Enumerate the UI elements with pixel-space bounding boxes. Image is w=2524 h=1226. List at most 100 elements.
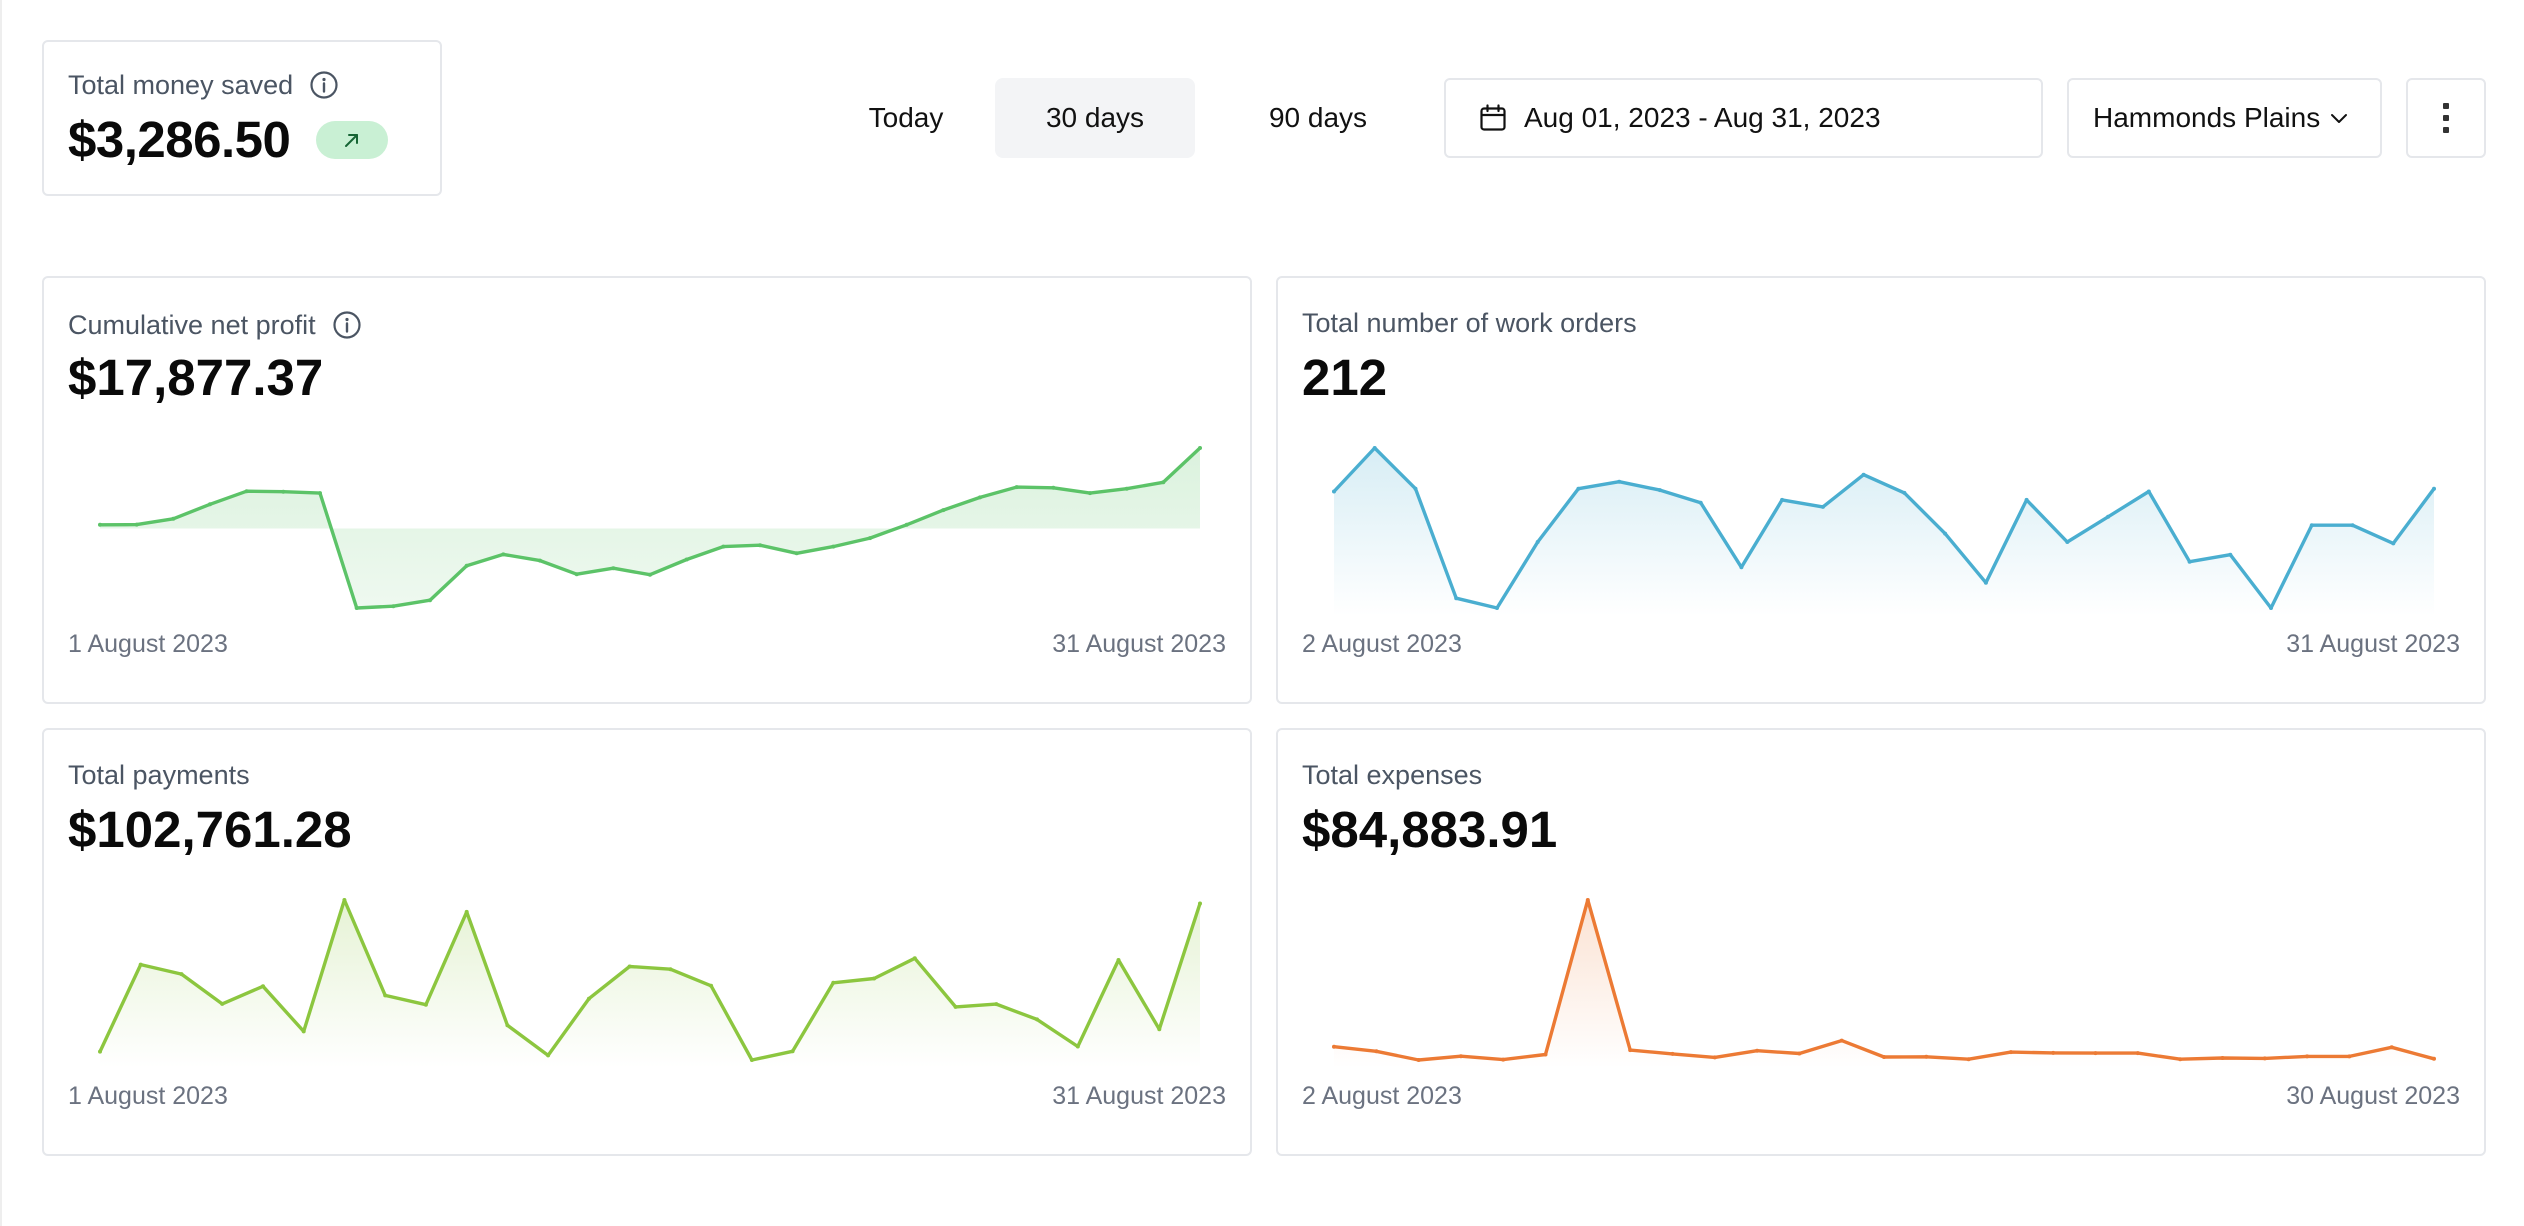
chart-end-date: 31 August 2023 [1052, 630, 1226, 658]
chart-data-point [1628, 1048, 1633, 1053]
chart-data-point [1670, 1051, 1675, 1056]
chart-data-point [383, 993, 388, 998]
chart-data-point [794, 551, 799, 556]
chart-data-point [2228, 552, 2233, 557]
chart-data-point [2350, 523, 2355, 528]
chart-data-point [98, 522, 102, 527]
chart-data-point [2178, 1057, 2183, 1062]
date-range-picker[interactable]: Aug 01, 2023 - Aug 31, 2023 [1444, 78, 2043, 158]
chart-data-point [1075, 1044, 1080, 1049]
chart-data-point [2220, 1056, 2225, 1060]
chart-data-point [904, 522, 909, 527]
expenses-card: Total expenses $84,883.91 2 August 2023 … [1276, 728, 2486, 1156]
payments-card: Total payments $102,761.28 1 August 2023… [42, 728, 1252, 1156]
chart-data-point [2269, 606, 2273, 610]
chart-data-point [546, 1053, 551, 1058]
chart-data-point [1495, 606, 1499, 610]
more-options-button[interactable] [2406, 78, 2486, 158]
chart-data-point [1035, 1017, 1039, 1022]
chart-data-point [953, 1004, 958, 1009]
money-saved-card: Total money saved $3,286.50 [42, 40, 442, 196]
chart-data-point [2065, 540, 2070, 544]
chart-data-point [2051, 1050, 2056, 1055]
chart-data-point [134, 522, 139, 527]
period-30-days-button[interactable]: 30 days [995, 78, 1195, 158]
location-select[interactable]: Hammonds Plains [2067, 78, 2382, 158]
chart-data-point [648, 572, 652, 577]
chevron-down-icon [2331, 114, 2348, 123]
chart-data-point [1051, 485, 1056, 490]
chart-area-fill [1334, 448, 2434, 616]
chart-data-point [1332, 1044, 1336, 1049]
chart-data-point [220, 1001, 225, 1006]
chart-data-point [684, 557, 689, 562]
chart-data-point [1698, 500, 1703, 505]
chart-data-point [586, 996, 591, 1001]
chart-data-point [1161, 480, 1166, 485]
chart-end-date: 31 August 2023 [1052, 1082, 1226, 1110]
chart-data-point [505, 1023, 510, 1028]
chart-data-point [1739, 565, 1744, 570]
money-saved-value-row: $3,286.50 [68, 111, 389, 168]
chart-data-point [868, 536, 872, 541]
chart-data-point [2024, 497, 2029, 502]
chart-data-point [428, 598, 432, 603]
chart-data-point [98, 1049, 102, 1054]
chart-data-point [1983, 580, 1988, 585]
chart-data-point [758, 543, 762, 548]
money-saved-title: Total money saved [68, 69, 294, 100]
calendar-icon [1480, 104, 1506, 131]
chart-data-point [1454, 596, 1459, 601]
chart-data-point [749, 1058, 754, 1062]
chart-data-point [2305, 1054, 2310, 1059]
money-saved-value: $3,286.50 [68, 111, 291, 168]
chart-data-point [668, 967, 673, 972]
chart-data-point [1966, 1057, 1971, 1062]
left-border [0, 0, 2, 1226]
chart-data-point [721, 544, 726, 549]
chart-data-point [301, 1029, 306, 1034]
chart-data-point [501, 552, 506, 557]
chart-data-point [1413, 486, 1418, 491]
chart-data-point [1755, 1048, 1760, 1053]
chart-data-point [1543, 1052, 1548, 1057]
chart-data-point [790, 1049, 795, 1054]
trend-up-badge [316, 120, 389, 159]
chart-start-date: 2 August 2023 [1302, 1082, 1462, 1110]
period-90-days-button[interactable]: 90 days [1230, 78, 1406, 158]
chart-start-date: 2 August 2023 [1302, 630, 1462, 658]
chart-data-point [2432, 486, 2436, 491]
chart-data-point [1576, 486, 1581, 491]
chart-data-point [574, 572, 579, 577]
chart-end-date: 30 August 2023 [2286, 1082, 2460, 1110]
chart-data-point [208, 502, 212, 507]
chart-start-date: 1 August 2023 [68, 1082, 228, 1110]
chart-data-point [138, 962, 143, 967]
chart-data-point [244, 489, 249, 494]
period-today-button[interactable]: Today [844, 78, 968, 158]
chart-data-point [2309, 523, 2314, 528]
chart-data-point [1712, 1055, 1717, 1060]
chart-data-point [1535, 540, 1540, 544]
chart-data-point [1657, 488, 1662, 493]
chart-data-point [709, 983, 714, 988]
chart-data-point [179, 972, 184, 977]
chart-data-point [2432, 1056, 2436, 1061]
chart-data-point [1924, 1054, 1929, 1059]
chart-data-point [342, 898, 347, 902]
info-icon[interactable] [309, 70, 339, 100]
chart-data-point [2347, 1054, 2352, 1059]
chart-data-point [1617, 479, 1622, 484]
chart-data-point [1882, 1055, 1886, 1059]
chart-data-point [171, 516, 176, 521]
chart-data-point [1198, 446, 1202, 450]
chart-data-point [354, 606, 359, 610]
dashboard-page: Total money saved $3,286.50 Today 30 day… [0, 0, 2524, 1226]
chart-data-point [423, 1002, 428, 1007]
chart-data-point [281, 489, 286, 494]
chart-series-line [1332, 898, 2436, 1062]
chart-data-point [2093, 1051, 2098, 1056]
chart-end-date: 31 August 2023 [2286, 630, 2460, 658]
chart-data-point [872, 976, 877, 981]
money-saved-title-row: Total money saved [68, 70, 339, 100]
